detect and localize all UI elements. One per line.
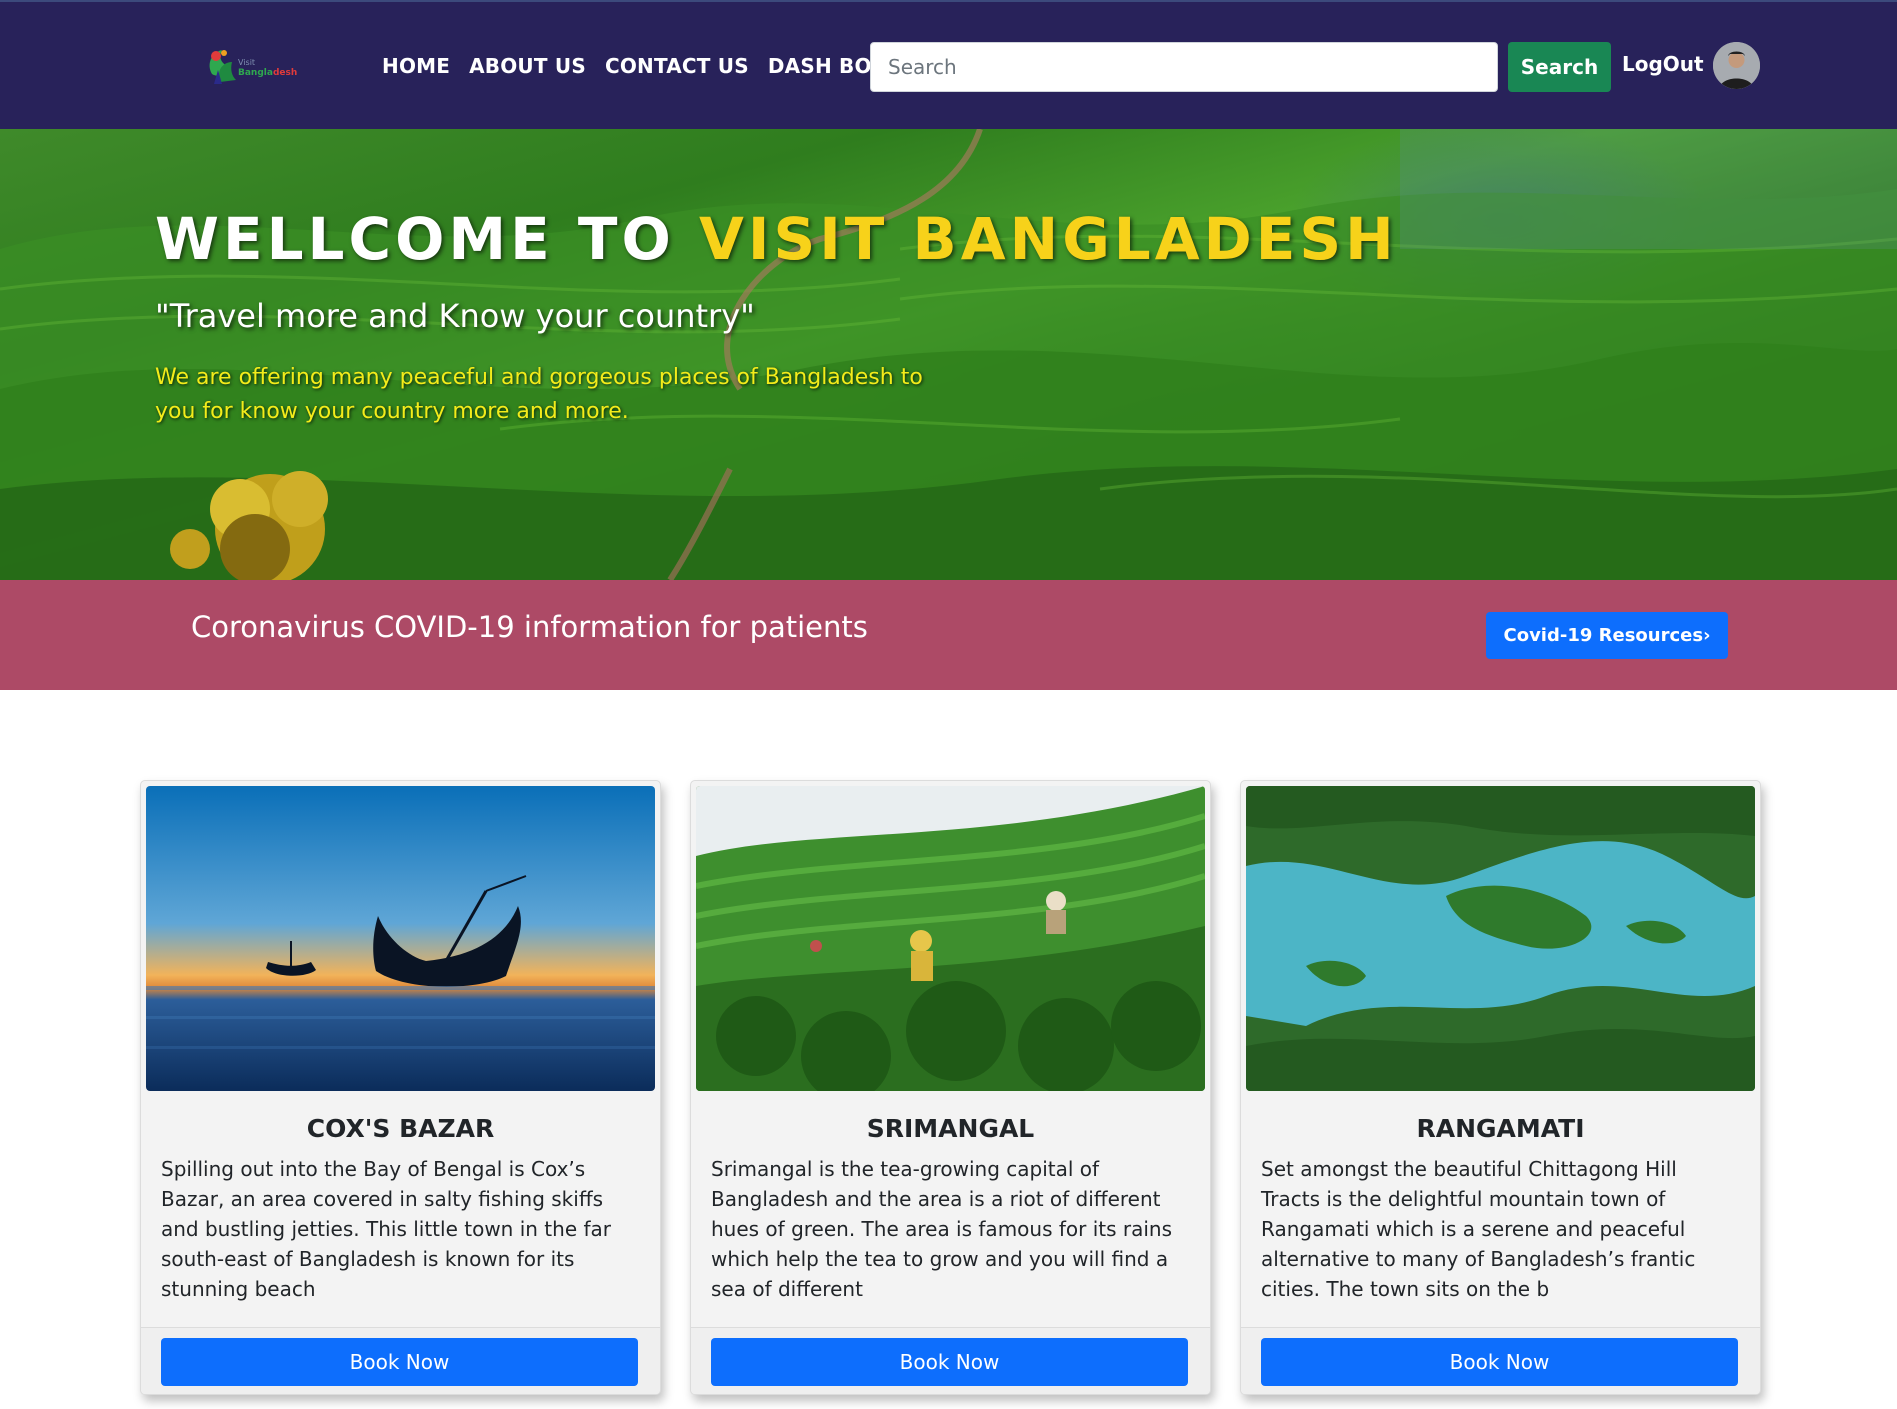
card-image-rangamati xyxy=(1246,786,1755,1091)
card-title: SRIMANGAL xyxy=(866,1114,1035,1143)
nav-home-link[interactable]: HOME xyxy=(382,54,450,78)
rangamati-photo xyxy=(1246,786,1755,1091)
book-now-button[interactable]: Book Now xyxy=(161,1338,638,1386)
covid-banner: Coronavirus COVID-19 information for pat… xyxy=(0,580,1897,690)
hero-description: We are offering many peaceful and gorgeo… xyxy=(155,365,923,424)
hero-subtitle: "Travel more and Know your country" xyxy=(155,297,755,335)
covid-info-text: Coronavirus COVID-19 information for pat… xyxy=(191,610,868,644)
hero-background-image xyxy=(0,129,1897,580)
coxs-bazar-photo xyxy=(146,786,655,1091)
card-image-coxs-bazar xyxy=(146,786,655,1091)
card-text: Set amongst the beautiful Chittagong Hil… xyxy=(1261,1157,1696,1301)
logout-link[interactable]: LogOut xyxy=(1622,52,1704,76)
hero-title: WELLCOME TO VISIT BANGLADESH xyxy=(155,205,1398,273)
destination-card-coxs-bazar: COX'S BAZAR Spilling out into the Bay of… xyxy=(140,780,661,1395)
card-footer: Book Now xyxy=(141,1327,660,1394)
card-text: Spilling out into the Bay of Bengal is C… xyxy=(161,1157,611,1301)
card-image-srimangal xyxy=(696,786,1205,1091)
card-title: COX'S BAZAR xyxy=(306,1114,495,1143)
navbar: Visit Bangladesh HOME ABOUT US CONTACT U… xyxy=(0,0,1897,129)
logo-graphic: Visit Bangladesh xyxy=(209,50,297,84)
srimangal-photo xyxy=(696,786,1205,1091)
nav-links: HOME ABOUT US CONTACT US DASH BOARD xyxy=(382,54,919,78)
search-input[interactable] xyxy=(870,42,1498,92)
book-now-button[interactable]: Book Now xyxy=(1261,1338,1738,1386)
book-now-button[interactable]: Book Now xyxy=(711,1338,1188,1386)
card-footer: Book Now xyxy=(1241,1327,1760,1394)
hero-title-yellow: VISIT BANGLADESH xyxy=(698,205,1398,273)
hero-title-white: WELLCOME TO xyxy=(155,205,699,273)
svg-text:Visit: Visit xyxy=(238,58,255,67)
user-avatar[interactable] xyxy=(1713,42,1760,89)
search-button[interactable]: Search xyxy=(1508,42,1611,92)
avatar-image xyxy=(1713,42,1760,89)
site-logo[interactable]: Visit Bangladesh xyxy=(202,44,302,90)
card-footer: Book Now xyxy=(691,1327,1210,1394)
destination-card-srimangal: SRIMANGAL Srimangal is the tea-growing c… xyxy=(690,780,1211,1395)
destination-card-rangamati: RANGAMATI Set amongst the beautiful Chit… xyxy=(1240,780,1761,1395)
svg-text:Bangladesh: Bangladesh xyxy=(238,68,297,78)
nav-about-link[interactable]: ABOUT US xyxy=(469,54,586,78)
covid-resources-button[interactable]: Covid-19 Resources› xyxy=(1486,612,1728,659)
card-text: Srimangal is the tea-growing capital of … xyxy=(711,1157,1173,1301)
card-title: RANGAMATI xyxy=(1416,1114,1585,1143)
nav-contact-link[interactable]: CONTACT US xyxy=(605,54,749,78)
hero-banner: WELLCOME TO VISIT BANGLADESH "Travel mor… xyxy=(0,129,1897,580)
